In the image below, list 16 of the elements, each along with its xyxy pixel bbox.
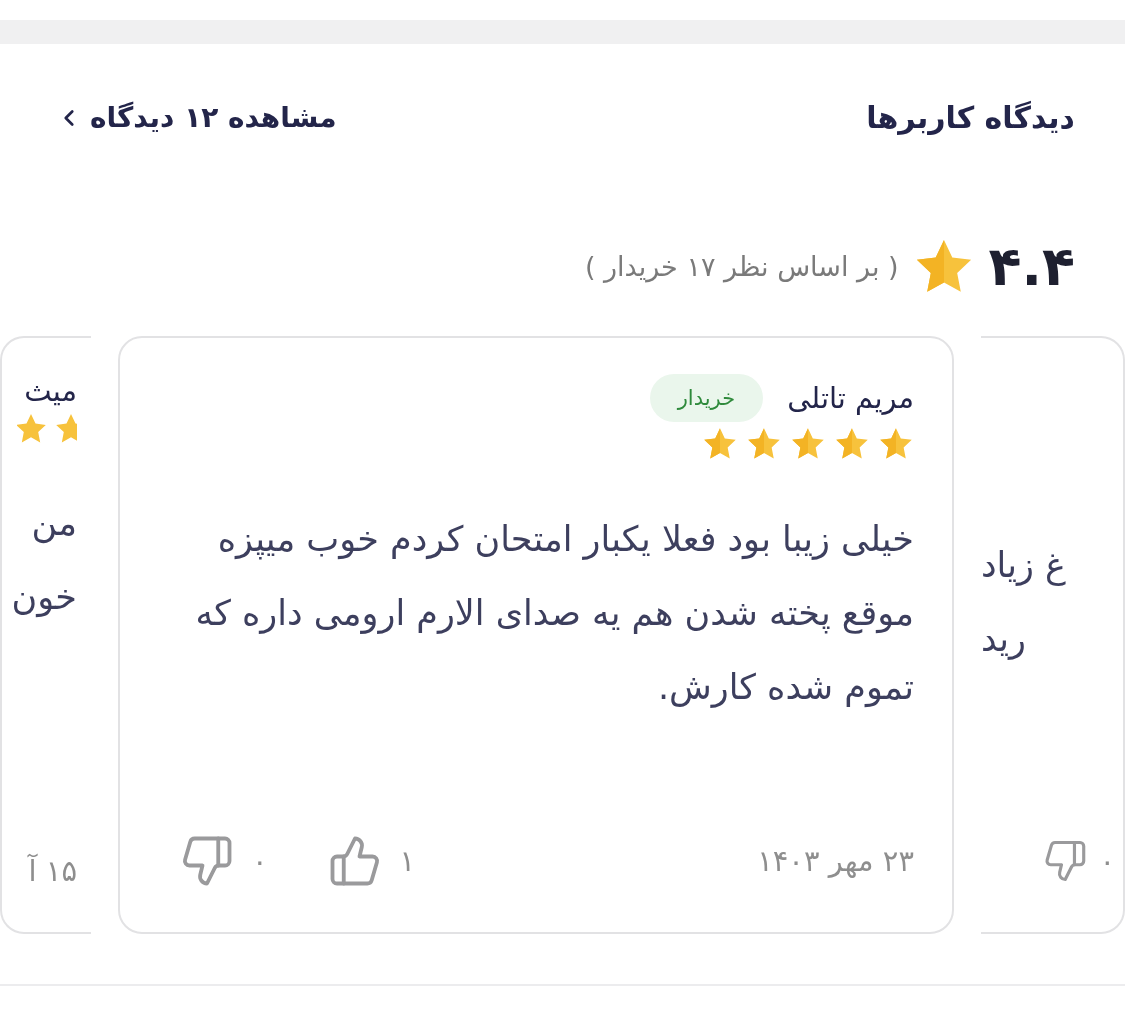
dislike-count: ۰	[1099, 844, 1115, 878]
review-date: ۲۳ مهر ۱۴۰۳	[757, 844, 914, 878]
review-text: من خون	[10, 502, 77, 620]
dislike-count: ۰	[252, 844, 268, 878]
like-count: ۱	[399, 844, 416, 878]
section-title: دیدگاه کاربرها	[866, 100, 1075, 135]
author-name: مریم تاتلی	[787, 381, 914, 415]
author-name: میث	[24, 374, 77, 408]
rating-basis: ( بر اساس نظر ۱۷ خریدار )	[584, 251, 899, 282]
buyer-badge: خریدار	[649, 374, 764, 422]
review-date: ۱۵ آ	[28, 854, 77, 888]
rating-score: ۴.۴	[988, 235, 1075, 298]
view-all-link[interactable]: مشاهده ۱۲ دیدگاه	[56, 101, 337, 134]
thumbs-down-icon[interactable]	[180, 834, 234, 888]
review-text: غ زیاد رید	[981, 544, 1067, 662]
review-text: خیلی زیبا بود فعلا یکبار امتحان کردم خوب میپزه موقع پخته شدن هم یه صدای الارم ارومی داره که تموم شده کارش.	[194, 518, 914, 710]
